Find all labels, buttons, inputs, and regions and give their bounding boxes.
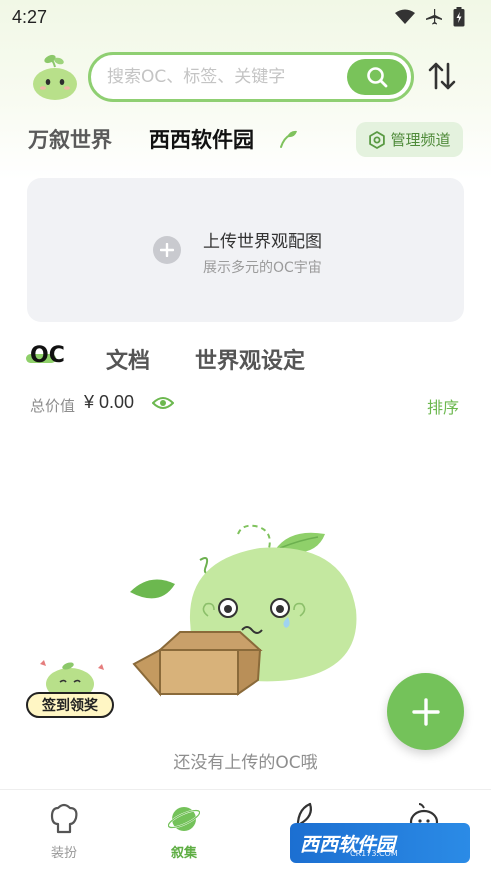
empty-state-text: 还没有上传的OC哦 [173,753,318,773]
tab-wanxu-world[interactable]: 万叙世界 [28,124,112,154]
leaf-icon [280,130,297,148]
search-box[interactable] [88,52,414,102]
manage-channels-label: 管理频道 [390,131,451,149]
total-value-row: 总价值 ¥ 0.00 排序 [0,392,491,418]
planet-icon [168,807,200,831]
empty-state-illustration [130,524,357,697]
tab-xixi-software[interactable]: 西西软件园 [149,124,254,154]
settings-icon [369,130,386,149]
watermark-subtext: CR173.COM [350,849,398,858]
status-time: 4:27 [12,6,48,27]
sort-icon[interactable] [428,61,456,91]
search-button[interactable] [347,59,407,95]
upload-world-image-card[interactable]: 上传世界观配图 展示多元的OC宇宙 [27,178,464,322]
tab-world-settings[interactable]: 世界观设定 [195,343,305,375]
manage-channels-button[interactable]: 管理频道 [356,122,463,157]
upload-subtitle: 展示多元的OC宇宙 [203,260,322,276]
nav-label-costume: 装扮 [50,846,77,861]
status-bar: 4:27 [0,0,491,34]
content-tabs: OC 文档 世界观设定 [0,340,491,380]
add-oc-button[interactable] [387,673,464,750]
tab-oc[interactable]: OC [26,343,65,368]
airplane-icon [426,9,442,25]
sort-link[interactable]: 排序 [427,394,459,418]
nav-item-collection[interactable]: 叙集 [134,790,234,873]
nav-item-costume[interactable]: 装扮 [14,790,114,873]
mascot-avatar[interactable] [30,53,80,101]
watermark-logo: 西西软件园 CR173.COM [290,823,470,863]
costume-icon [50,803,78,834]
total-value-label: 总价值 [30,397,76,415]
header [0,48,491,106]
wifi-icon [395,9,415,24]
search-input[interactable] [107,67,337,87]
search-icon [367,67,388,88]
status-icons [395,7,465,27]
total-value-amount: ¥ 0.00 [84,392,135,412]
upload-title: 上传世界观配图 [203,232,322,252]
sign-in-label: 签到领奖 [26,692,114,718]
tab-oc-label: OC [30,343,65,368]
plus-icon [411,697,440,726]
add-icon [153,236,181,264]
world-tabs: 万叙世界 西西软件园 管理频道 [0,120,491,160]
tab-documents[interactable]: 文档 [106,343,150,375]
sign-in-reward-badge[interactable]: 签到领奖 [22,652,118,722]
eye-icon[interactable] [152,395,174,411]
battery-icon [453,7,465,27]
nav-label-collection: 叙集 [170,846,197,861]
